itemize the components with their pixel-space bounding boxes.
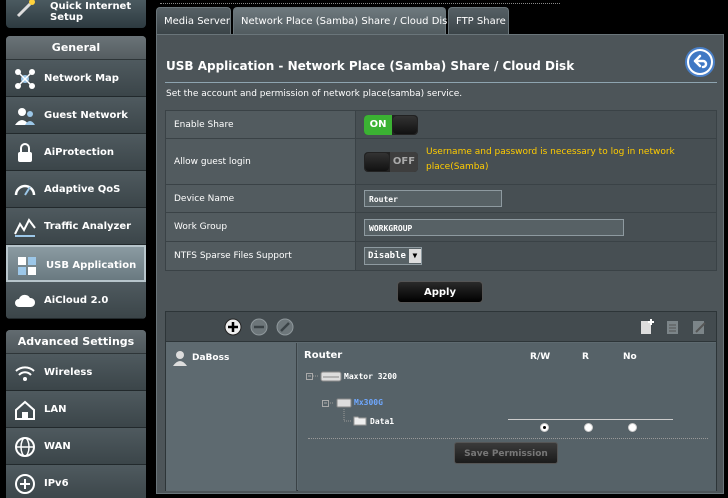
sidebar-item-label: WAN <box>44 441 71 452</box>
sidebar-item-label: Wireless <box>44 367 93 378</box>
gauge-icon <box>14 184 36 196</box>
back-button[interactable] <box>685 47 715 77</box>
puzzle-icon <box>18 257 36 275</box>
toggle-on-text: ON <box>364 114 392 135</box>
enable-share-toggle[interactable]: ON <box>364 114 418 135</box>
user-list: DaBoss <box>166 343 297 491</box>
ntfs-sparse-select[interactable]: Disable ▼ <box>364 247 422 265</box>
lock-icon <box>18 143 32 162</box>
new-folder-icon[interactable] <box>638 318 656 336</box>
user-name: DaBoss <box>192 353 230 363</box>
column-header-rw: R/W <box>530 352 551 362</box>
sidebar-item-network-map[interactable]: Network Map <box>6 60 146 97</box>
advanced-header: Advanced Settings <box>6 330 146 354</box>
sidebar-item-guest-network[interactable]: Guest Network <box>6 97 146 134</box>
delete-folder-icon[interactable] <box>664 318 682 336</box>
permission-rw-radio[interactable] <box>540 423 549 432</box>
ipv6-icon <box>15 474 35 494</box>
toggle-off-text: OFF <box>390 151 418 172</box>
row-divider <box>508 419 673 420</box>
sidebar-item-ipv6[interactable]: IPv6 <box>6 465 146 498</box>
chevron-down-icon: ▼ <box>408 249 421 263</box>
general-section: General Network Map Guest Network AiProt… <box>6 36 146 319</box>
device-name-label: Device Name <box>165 184 356 213</box>
title-divider <box>165 82 717 83</box>
sidebar-item-usb-application[interactable]: USB Application <box>6 245 146 282</box>
add-user-icon[interactable] <box>224 318 242 336</box>
guest-login-label: Allow guest login <box>165 138 356 185</box>
sidebar-item-label: AiProtection <box>44 147 114 158</box>
qis-label: Quick Internet Setup <box>50 1 132 23</box>
permission-no-radio[interactable] <box>628 423 637 432</box>
folder-icon <box>353 416 367 426</box>
device-name-input[interactable]: Router <box>364 190 502 207</box>
page-title: USB Application - Network Place (Samba) … <box>166 59 575 73</box>
main-panel: USB Application - Network Place (Samba) … <box>156 34 724 494</box>
select-value: Disable <box>368 251 406 261</box>
network-map-icon <box>15 69 35 89</box>
advanced-section: Advanced Settings Wireless LAN WAN IPv6 <box>6 330 146 498</box>
enable-share-label: Enable Share <box>165 110 356 139</box>
sidebar-item-label: IPv6 <box>44 478 69 489</box>
permission-r-radio[interactable] <box>584 423 593 432</box>
wand-icon <box>16 0 35 18</box>
apply-button[interactable]: Apply <box>397 281 483 303</box>
guest-network-icon <box>15 108 35 125</box>
sidebar-item-adaptive-qos[interactable]: Adaptive QoS <box>6 171 146 208</box>
sidebar-item-label: Guest Network <box>44 110 128 121</box>
list-item[interactable]: DaBoss <box>172 349 229 367</box>
ntfs-sparse-label: NTFS Sparse Files Support <box>165 241 356 271</box>
tree-footer-divider <box>308 438 708 439</box>
home-icon <box>15 400 35 420</box>
wifi-icon <box>15 366 35 381</box>
cloud-icon <box>15 294 36 307</box>
remove-user-icon[interactable] <box>250 318 268 336</box>
work-group-input[interactable]: WORKGROUP <box>364 218 624 236</box>
sidebar-item-label: LAN <box>44 404 67 415</box>
sidebar-item-label: Adaptive QoS <box>44 184 121 195</box>
folder-name[interactable]: Data1 <box>370 417 394 426</box>
user-icon <box>173 351 187 366</box>
save-permission-button[interactable]: Save Permission <box>454 442 558 464</box>
column-header-r: R <box>582 352 589 362</box>
rename-folder-icon[interactable] <box>690 318 708 336</box>
share-toolbar <box>166 312 716 342</box>
sidebar-item-lan[interactable]: LAN <box>6 391 146 428</box>
breadcrumb <box>160 0 560 4</box>
disk-icon <box>320 371 342 382</box>
sidebar-item-wireless[interactable]: Wireless <box>6 354 146 391</box>
tree-root-label: Router <box>304 350 343 361</box>
work-group-label: Work Group <box>165 212 356 242</box>
toggle-knob <box>365 152 389 171</box>
sidebar: Quick Internet Setup General Network Map… <box>0 0 148 498</box>
tab-samba-share[interactable]: Network Place (Samba) Share / Cloud Disk <box>233 7 453 36</box>
globe-icon <box>15 437 35 457</box>
sidebar-item-label: AiCloud 2.0 <box>44 295 109 306</box>
partition-name[interactable]: Mx300G <box>354 398 383 407</box>
sidebar-item-label: Network Map <box>44 73 119 84</box>
sidebar-item-wan[interactable]: WAN <box>6 428 146 465</box>
toggle-knob <box>393 115 417 134</box>
tab-ftp-share[interactable]: FTP Share <box>448 7 509 34</box>
sidebar-item-traffic-analyzer[interactable]: Traffic Analyzer <box>6 208 146 245</box>
general-header: General <box>6 36 146 60</box>
partition-icon <box>336 398 352 408</box>
disk-name[interactable]: Maxtor 3200 <box>344 372 397 381</box>
sidebar-item-label: USB Application <box>46 260 137 271</box>
chart-icon <box>14 218 36 237</box>
folder-tree: Router R/W R No Maxtor 3200 Mx300G Data1 <box>298 343 716 491</box>
settings-table: Enable Share ON Allow guest login OFF Us… <box>165 110 717 271</box>
quick-internet-setup-button[interactable]: Quick Internet Setup <box>6 0 146 28</box>
sidebar-item-label: Traffic Analyzer <box>44 221 132 232</box>
page-description: Set the account and permission of networ… <box>166 89 463 99</box>
edit-user-icon[interactable] <box>276 318 294 336</box>
tab-media-server[interactable]: Media Server <box>156 7 231 34</box>
column-header-no: No <box>623 352 637 362</box>
sidebar-item-aiprotection[interactable]: AiProtection <box>6 134 146 171</box>
back-arrow-icon <box>689 51 711 73</box>
share-permission-box: DaBoss Router R/W R No Maxtor 3200 Mx300… <box>165 311 717 491</box>
guest-login-toggle[interactable]: OFF <box>364 151 418 172</box>
sidebar-item-aicloud[interactable]: AiCloud 2.0 <box>6 282 146 319</box>
guest-login-warning: Username and password is necessary to lo… <box>426 147 675 172</box>
